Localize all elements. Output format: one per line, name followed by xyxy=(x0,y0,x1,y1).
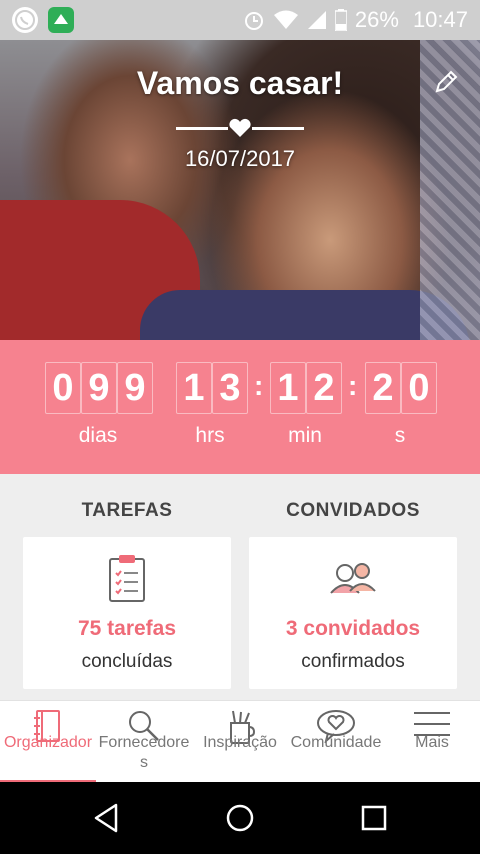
countdown: 0 9 9 1 3 : 1 2 : 2 0 dias hrs min s xyxy=(0,340,480,474)
tasks-card[interactable]: 75 tarefas concluídas xyxy=(23,537,231,689)
recents-icon[interactable] xyxy=(358,802,390,834)
countdown-digit: 9 xyxy=(117,362,153,414)
hero-photo: Vamos casar! 16/07/2017 xyxy=(0,40,480,340)
alarm-icon xyxy=(243,9,265,31)
countdown-digit: 9 xyxy=(81,362,117,414)
countdown-days: 0 9 9 xyxy=(45,362,153,414)
countdown-separator: : xyxy=(348,370,358,401)
status-bar: 26% 10:47 xyxy=(0,0,480,40)
casamentos-app-icon xyxy=(48,7,74,33)
countdown-label-days: dias xyxy=(78,424,118,447)
tasks-title: TAREFAS xyxy=(81,500,173,521)
signal-icon xyxy=(307,10,327,30)
tasks-count: 75 tarefas xyxy=(77,617,177,640)
wedding-date: 16/07/2017 xyxy=(184,146,296,171)
countdown-hours: 1 3 xyxy=(176,362,248,414)
battery-icon xyxy=(334,9,347,31)
battery-percent: 26% xyxy=(354,7,399,32)
bottom-nav: Organizador Fornecedores Inspiração Comu… xyxy=(0,700,480,783)
clipboard-icon xyxy=(109,555,145,602)
guests-card[interactable]: 3 convidados confirmados xyxy=(249,537,457,689)
guests-title: CONVIDADOS xyxy=(286,500,420,521)
countdown-label-hours: hrs xyxy=(195,424,225,447)
countdown-minutes: 1 2 xyxy=(270,362,342,414)
nav-label: Organizador xyxy=(3,734,93,751)
whatsapp-icon xyxy=(12,7,38,33)
guests-icon xyxy=(330,563,376,594)
heart-divider xyxy=(176,118,304,137)
countdown-digit: 3 xyxy=(212,362,248,414)
nav-label: Mais xyxy=(415,734,449,751)
nav-label: Fornecedores xyxy=(98,734,190,771)
nav-item-mais[interactable]: Mais xyxy=(384,701,480,783)
nav-item-inspiracao[interactable]: Inspiração xyxy=(192,701,288,783)
nav-label: Inspiração xyxy=(203,734,277,751)
countdown-digit: 0 xyxy=(401,362,437,414)
countdown-label-seconds: s xyxy=(394,424,406,447)
countdown-digit: 1 xyxy=(176,362,212,414)
edit-button[interactable] xyxy=(432,68,460,96)
nav-item-fornecedores[interactable]: Fornecedores xyxy=(96,701,192,783)
countdown-label-minutes: min xyxy=(288,424,322,447)
countdown-digit: 2 xyxy=(306,362,342,414)
nav-item-organizador[interactable]: Organizador xyxy=(0,701,96,783)
system-nav-bar xyxy=(0,782,480,854)
summary-section: TAREFAS CONVIDADOS 75 tarefas concluídas xyxy=(0,474,480,700)
heart-icon xyxy=(229,118,251,137)
nav-label: Comunidade xyxy=(290,734,382,751)
hero-title: Vamos casar! xyxy=(136,65,344,101)
home-icon[interactable] xyxy=(224,802,256,834)
countdown-separator: : xyxy=(254,370,264,401)
tasks-subtitle: concluídas xyxy=(81,651,173,672)
guests-subtitle: confirmados xyxy=(301,651,405,672)
nav-item-comunidade[interactable]: Comunidade xyxy=(288,701,384,783)
countdown-seconds: 2 0 xyxy=(365,362,437,414)
wifi-icon xyxy=(273,10,299,30)
clock: 10:47 xyxy=(412,7,468,32)
countdown-digit: 2 xyxy=(365,362,401,414)
pencil-icon xyxy=(435,70,458,93)
guests-count: 3 convidados xyxy=(285,617,421,640)
back-icon[interactable] xyxy=(90,802,122,834)
countdown-digit: 0 xyxy=(45,362,81,414)
countdown-digit: 1 xyxy=(270,362,306,414)
